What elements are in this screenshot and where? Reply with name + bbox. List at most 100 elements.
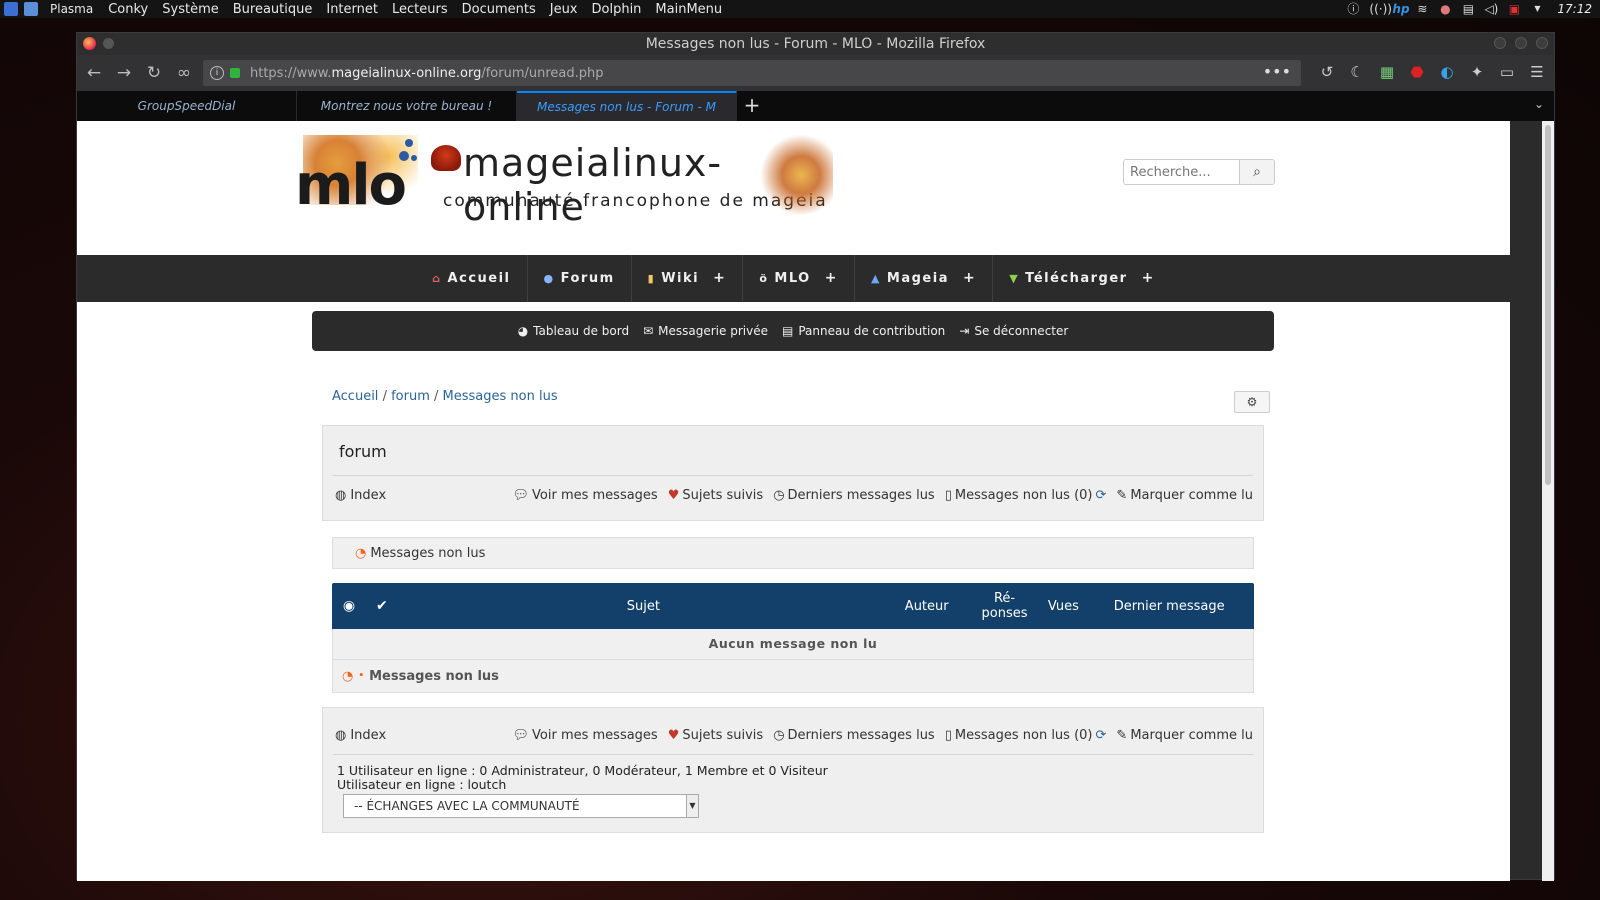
logout-link[interactable]: ⇥ Se déconnecter xyxy=(959,324,1068,338)
menu-conky[interactable]: Conky xyxy=(108,2,148,17)
tab-groupspeeddial[interactable]: GroupSpeedDial xyxy=(77,91,297,121)
unread-link[interactable]: ▯ Messages non lus (0) ⟳ xyxy=(945,488,1107,503)
minimize-button[interactable] xyxy=(1494,37,1506,49)
followed-topics-link[interactable]: ♥ Sujets suivis xyxy=(668,728,763,743)
mark-read-link[interactable]: ✎ Marquer comme lu xyxy=(1116,488,1253,503)
menu-bureautique[interactable]: Bureautique xyxy=(233,2,313,17)
clipboard-tray-icon[interactable]: ▤ xyxy=(1461,2,1475,16)
volume-tray-icon[interactable]: ◁) xyxy=(1484,2,1498,16)
menu-dolphin[interactable]: Dolphin xyxy=(592,2,642,17)
nav-mageia[interactable]: ▲ Mageia + xyxy=(855,255,994,302)
reload-icon[interactable]: ↻ xyxy=(141,60,167,86)
eye-icon[interactable]: ◉ xyxy=(334,598,364,614)
ublock-icon[interactable]: ⬣ xyxy=(1406,61,1428,83)
sleep-icon[interactable]: ☾ xyxy=(1346,61,1368,83)
expand-plus-icon[interactable]: + xyxy=(963,255,976,302)
col-views[interactable]: Vues xyxy=(1042,599,1084,614)
last-read-link[interactable]: ◷ Derniers messages lus xyxy=(773,728,935,743)
tab-messages-non-lus[interactable]: Messages non lus - Forum - M xyxy=(517,91,737,121)
search-icon[interactable]: ⌕ xyxy=(1239,159,1275,185)
rss-icon[interactable]: ◔ xyxy=(342,669,353,684)
folder-icon[interactable] xyxy=(24,2,38,16)
site-logo[interactable]: mlo mageialinux-online communauté franco… xyxy=(295,135,833,229)
wifi-tray-icon[interactable]: ≋ xyxy=(1415,2,1429,16)
hp-tray-icon[interactable]: hp xyxy=(1392,2,1409,16)
refresh-icon[interactable]: ⟳ xyxy=(1096,488,1107,503)
col-subject[interactable]: Sujet xyxy=(400,599,887,614)
footer-label[interactable]: Messages non lus xyxy=(369,669,499,684)
menu-lecteurs[interactable]: Lecteurs xyxy=(392,2,448,17)
window-menu-icon[interactable] xyxy=(103,38,114,49)
extension-badge-icon[interactable]: ▦ xyxy=(1376,61,1398,83)
new-tab-button[interactable]: + xyxy=(737,91,767,121)
url-bar[interactable]: i https://www. mageialinux-online.org/for… xyxy=(203,60,1301,86)
lock-icon[interactable] xyxy=(230,68,240,78)
nav-telecharger[interactable]: ▼ Télécharger + xyxy=(993,255,1171,302)
menu-internet[interactable]: Internet xyxy=(326,2,378,17)
close-button[interactable] xyxy=(1536,37,1548,49)
maximize-button[interactable] xyxy=(1515,37,1527,49)
expand-plus-icon[interactable]: + xyxy=(825,255,838,302)
info-tray-icon[interactable]: ⓘ xyxy=(1346,2,1360,16)
check-icon[interactable]: ✔ xyxy=(364,598,400,614)
clock[interactable]: 17:12 xyxy=(1557,2,1592,16)
dashboard-link[interactable]: ◕ Tableau de bord xyxy=(518,324,629,338)
nav-forum[interactable]: ● Forum xyxy=(528,255,632,302)
breadcrumb-current[interactable]: Messages non lus xyxy=(443,389,558,404)
search-input[interactable] xyxy=(1123,159,1239,185)
expand-plus-icon[interactable]: + xyxy=(1142,255,1155,302)
gear-icon[interactable]: ⚙ xyxy=(1234,391,1270,413)
breadcrumb-home[interactable]: Accueil xyxy=(332,389,378,404)
home-icon: ⌂ xyxy=(432,272,442,285)
index-link[interactable]: ◍ Index xyxy=(335,728,386,743)
breadcrumb-forum[interactable]: forum xyxy=(391,389,430,404)
followed-topics-link[interactable]: ♥ Sujets suivis xyxy=(668,488,763,503)
nav-accueil[interactable]: ⌂ Accueil xyxy=(416,255,528,302)
edge-icon[interactable]: ◐ xyxy=(1436,61,1458,83)
menu-jeux[interactable]: Jeux xyxy=(550,2,578,17)
messaging-label: Messagerie privée xyxy=(658,324,768,338)
hamburger-menu-icon[interactable]: ☰ xyxy=(1526,61,1548,83)
mark-read-link[interactable]: ✎ Marquer comme lu xyxy=(1116,728,1253,743)
forum-jump-select[interactable]: -- ÉCHANGES AVEC LA COMMUNAUTÉ ▼ xyxy=(343,794,699,818)
menu-systeme[interactable]: Système xyxy=(162,2,218,17)
network-tray-icon[interactable]: ((·)) xyxy=(1369,2,1392,16)
history-icon[interactable]: ↺ xyxy=(1316,61,1338,83)
rss-icon[interactable]: ◔ xyxy=(355,546,366,561)
notes-tray-icon[interactable]: ● xyxy=(1438,2,1452,16)
page-scrollbar[interactable] xyxy=(1542,121,1554,881)
expand-plus-icon[interactable]: + xyxy=(713,255,726,302)
nav-wiki[interactable]: ▮ Wiki + xyxy=(632,255,744,302)
col-replies[interactable]: Ré-ponses xyxy=(967,591,1043,621)
my-messages-link[interactable]: 💬︎ Voir mes messages xyxy=(513,488,658,503)
col-last-message[interactable]: Dernier message xyxy=(1084,599,1254,614)
chevron-down-icon[interactable]: ▼ xyxy=(686,795,698,817)
forward-arrow-icon[interactable]: → xyxy=(111,60,137,86)
chevron-down-icon[interactable]: ⌄ xyxy=(1534,97,1544,111)
tray-expand-icon[interactable]: ▼ xyxy=(1530,2,1544,16)
window-titlebar[interactable]: Messages non lus - Forum - MLO - Mozilla… xyxy=(77,33,1554,55)
extension-icon[interactable]: ✦ xyxy=(1466,61,1488,83)
kde-launcher-icon[interactable] xyxy=(4,2,18,16)
site-info-icon[interactable]: i xyxy=(210,66,224,80)
my-messages-link[interactable]: 💬︎ Voir mes messages xyxy=(513,728,658,743)
contribution-link[interactable]: ▤ Panneau de contribution xyxy=(782,324,945,338)
nav-mlo[interactable]: ö MLO + xyxy=(743,255,855,302)
screenshot-icon[interactable]: ▭ xyxy=(1496,61,1518,83)
updates-tray-icon[interactable]: ▣ xyxy=(1507,2,1521,16)
menu-mainmenu[interactable]: MainMenu xyxy=(655,2,722,17)
tab-montrez-bureau[interactable]: Montrez nous votre bureau ! xyxy=(297,91,517,121)
back-arrow-icon[interactable]: ← xyxy=(81,60,107,86)
private-mask-icon[interactable]: ∞ xyxy=(171,60,197,86)
heart-icon: ♥ xyxy=(667,728,680,743)
unread-link[interactable]: ▯ Messages non lus (0) ⟳ xyxy=(945,728,1107,743)
col-author[interactable]: Auteur xyxy=(887,599,967,614)
page-actions-icon[interactable]: ••• xyxy=(1263,62,1291,81)
messaging-link[interactable]: ✉ Messagerie privée xyxy=(643,324,768,338)
index-link[interactable]: ◍ Index xyxy=(335,488,386,503)
menu-documents[interactable]: Documents xyxy=(462,2,536,17)
last-read-link[interactable]: ◷ Derniers messages lus xyxy=(773,488,935,503)
scrollbar-thumb[interactable] xyxy=(1545,125,1551,485)
refresh-icon[interactable]: ⟳ xyxy=(1096,728,1107,743)
plasma-label[interactable]: Plasma xyxy=(50,2,93,16)
